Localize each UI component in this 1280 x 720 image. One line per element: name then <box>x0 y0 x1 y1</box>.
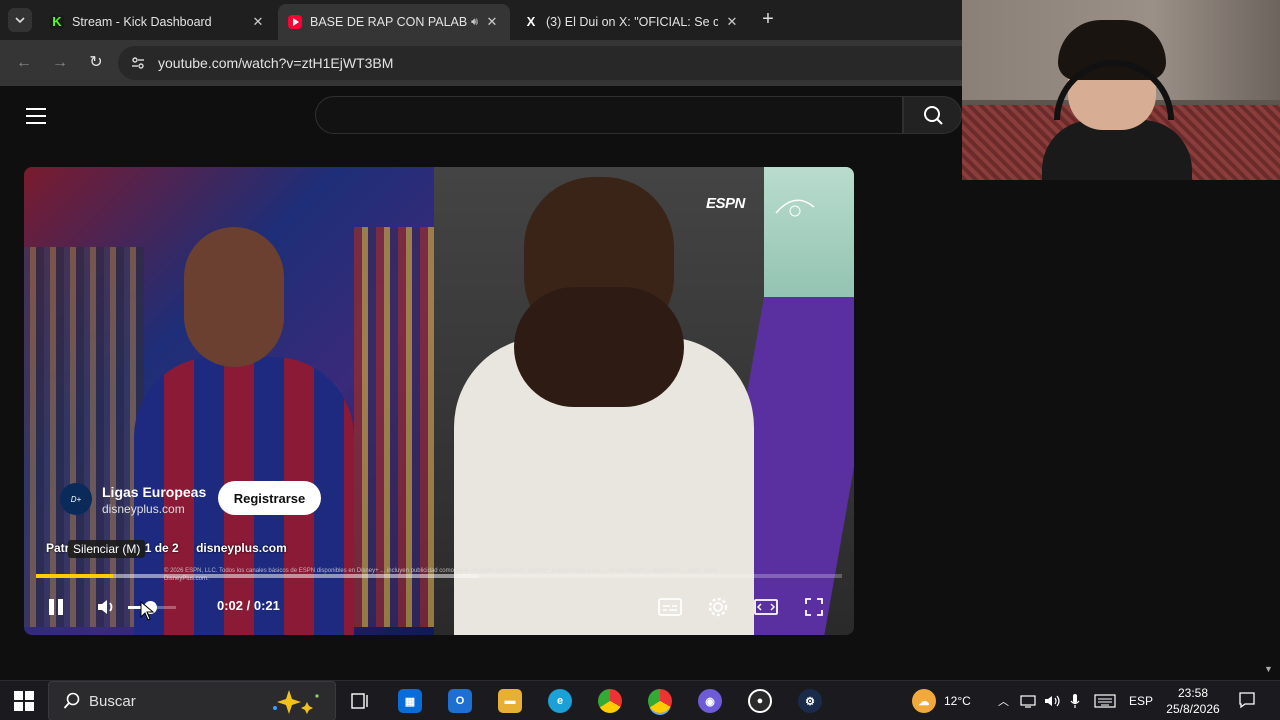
close-icon[interactable]: ✕ <box>250 14 266 30</box>
keyboard-icon[interactable] <box>1094 681 1116 720</box>
taskbar-search-label: Buscar <box>89 693 136 710</box>
forward-arrow-icon[interactable]: → <box>50 53 70 73</box>
youtube-icon <box>288 15 302 29</box>
subtitles-icon <box>658 598 682 616</box>
chevron-down-icon <box>15 17 25 24</box>
close-icon[interactable]: ✕ <box>484 14 500 30</box>
volume-icon <box>98 600 113 614</box>
mouse-cursor-icon <box>140 601 155 621</box>
tab-title: BASE DE RAP CON PALABRA <box>310 15 468 29</box>
register-button[interactable]: Registrarse <box>218 481 321 515</box>
input-language[interactable]: ESP <box>1129 681 1153 720</box>
gear-icon <box>708 597 728 617</box>
back-arrow-icon[interactable]: ← <box>14 53 34 73</box>
advertiser-avatar[interactable]: D+ <box>60 483 92 515</box>
menu-icon[interactable] <box>26 108 46 124</box>
new-tab-button[interactable]: + <box>756 8 780 32</box>
ad-status-count: 1 de 2 <box>144 541 179 555</box>
discord-icon[interactable]: ◉ <box>698 689 722 713</box>
kick-icon: K <box>50 15 64 29</box>
youtube-header <box>0 86 962 146</box>
tab-search-button[interactable] <box>8 8 32 32</box>
site-info-icon[interactable] <box>130 55 146 71</box>
taskbar-clock[interactable]: 23:58 25/8/2026 <box>1158 685 1228 717</box>
ad-domain[interactable]: disneyplus.com <box>102 502 185 516</box>
search-input[interactable] <box>315 96 903 134</box>
ad-title[interactable]: Ligas Europeas <box>102 484 206 500</box>
tab-strip: K Stream - Kick Dashboard ✕ BASE DE RAP … <box>0 0 962 40</box>
speaker-icon[interactable]: 🔊︎ <box>471 16 478 29</box>
search-icon <box>63 692 80 709</box>
chrome-icon[interactable] <box>598 689 622 713</box>
progress-bar[interactable] <box>36 574 842 578</box>
address-bar[interactable]: youtube.com/watch?v=ztH1EjWT3BM <box>118 46 978 80</box>
mute-tooltip: Silenciar (M) <box>68 540 146 558</box>
edge-icon[interactable]: e <box>548 689 572 713</box>
windows-start-icon[interactable] <box>14 691 34 711</box>
ad-status-prefix: Patr <box>46 541 70 555</box>
task-view-icon[interactable] <box>348 689 372 713</box>
tab-x-post[interactable]: X (3) El Dui on X: "OFICIAL: Se cor ✕ <box>514 4 750 40</box>
clock-date: 25/8/2026 <box>1166 702 1220 716</box>
webcam-overlay <box>962 0 1280 180</box>
fullscreen-button[interactable] <box>798 591 830 623</box>
player-controls: 0:02 / 0:21 <box>24 587 854 627</box>
url-text: youtube.com/watch?v=ztH1EjWT3BM <box>158 55 394 71</box>
notification-icon[interactable] <box>1238 691 1256 709</box>
sparkle-icon <box>273 690 319 714</box>
screen: { "browser": { "tabs": [ {"label": "Stre… <box>0 0 1280 720</box>
tab-kick-dashboard[interactable]: K Stream - Kick Dashboard ✕ <box>40 4 276 40</box>
disney-plus-logo <box>772 189 818 228</box>
taskbar: Buscar ▦ O ▬ e ◉ ● ⚙ ☁ 12°C ︿ ESP 23:58 … <box>0 680 1280 720</box>
browser-toolbar: ← → ↻ youtube.com/watch?v=ztH1EjWT3BM <box>0 40 978 86</box>
pause-icon <box>49 599 63 615</box>
subtitles-button[interactable] <box>654 591 686 623</box>
weather-icon[interactable]: ☁ <box>912 689 936 713</box>
taskbar-search[interactable]: Buscar <box>48 681 336 720</box>
theater-mode-button[interactable] <box>750 591 782 623</box>
steam-icon[interactable]: ⚙ <box>798 689 822 713</box>
video-player[interactable]: ESPN D+ Ligas Europeas disneyplus.com Re… <box>24 167 854 635</box>
microphone-icon[interactable] <box>1070 681 1080 720</box>
tab-title: Stream - Kick Dashboard <box>72 15 212 29</box>
pause-button[interactable] <box>40 591 72 623</box>
clock-time: 23:58 <box>1177 686 1209 700</box>
close-icon[interactable]: ✕ <box>724 14 740 30</box>
theater-mode-icon <box>754 599 778 615</box>
fullscreen-icon <box>805 598 823 616</box>
microsoft-store-icon[interactable]: ▦ <box>398 689 422 713</box>
volume-tray-icon[interactable] <box>1044 681 1062 720</box>
volume-button[interactable] <box>90 591 122 623</box>
outlook-icon[interactable]: O <box>448 689 472 713</box>
obs-icon[interactable]: ● <box>748 689 772 713</box>
tab-youtube-video[interactable]: BASE DE RAP CON PALABRA 🔊︎ ✕ <box>278 4 510 40</box>
chrome-active-icon[interactable] <box>648 689 672 713</box>
settings-button[interactable] <box>702 591 734 623</box>
temperature[interactable]: 12°C <box>944 681 971 720</box>
x-icon: X <box>526 14 536 29</box>
video-frame-right <box>434 167 854 635</box>
progress-fill <box>36 574 113 578</box>
ad-status-domain[interactable]: disneyplus.com <box>196 541 287 555</box>
espn-watermark: ESPN <box>706 195 745 212</box>
file-explorer-icon[interactable]: ▬ <box>498 689 522 713</box>
tray-overflow-icon[interactable]: ︿ <box>998 681 1009 720</box>
video-frame-left <box>24 167 454 635</box>
search-icon <box>924 106 943 125</box>
network-icon[interactable] <box>1020 681 1036 720</box>
time-display: 0:02 / 0:21 <box>217 598 280 613</box>
scroll-down-icon[interactable]: ▼ <box>1264 664 1273 674</box>
reload-icon[interactable]: ↻ <box>86 53 106 73</box>
search-button[interactable] <box>903 96 962 134</box>
tab-title: (3) El Dui on X: "OFICIAL: Se cor <box>546 15 718 29</box>
